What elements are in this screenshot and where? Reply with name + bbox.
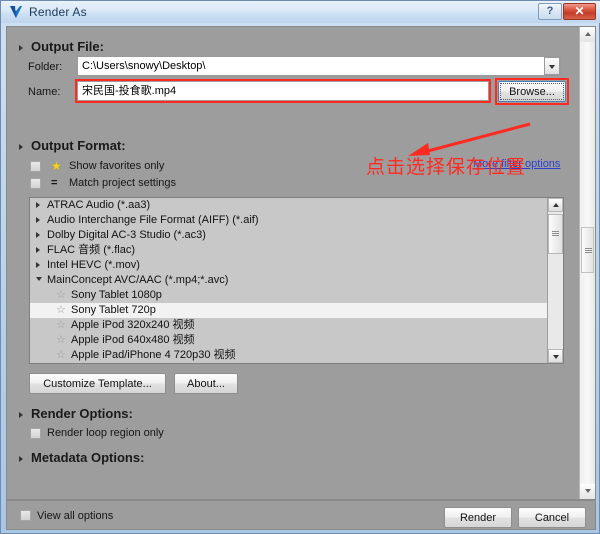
chevron-down-icon[interactable]: [36, 277, 42, 281]
format-list-item-label: Apple iPod 640x480 视频: [71, 334, 195, 346]
annotation-text: 点击选择保存位置: [366, 156, 527, 178]
close-button[interactable]: ✕: [563, 3, 596, 20]
list-scroll-up-button[interactable]: [548, 198, 563, 212]
format-list-item[interactable]: ☆ Sony Tablet 720p: [30, 303, 548, 318]
favorite-star-icon: ★: [51, 159, 62, 173]
format-list-item[interactable]: ☆ Apple iPod 640x480 视频: [30, 333, 548, 348]
name-label: Name:: [28, 86, 61, 98]
render-options-section-title: Render Options:: [31, 406, 133, 421]
format-list-item[interactable]: FLAC 音频 (*.flac): [30, 243, 548, 258]
render-loop-region-label: Render loop region only: [47, 427, 164, 439]
customize-template-button[interactable]: Customize Template...: [29, 373, 166, 394]
format-list-item[interactable]: ATRAC Audio (*.aa3): [30, 198, 548, 213]
favorite-star-outline-icon[interactable]: ☆: [56, 289, 66, 302]
format-list-item-label: Apple iPad/iPhone 4 720p30 视频: [71, 349, 236, 361]
chevron-right-icon[interactable]: [36, 217, 40, 223]
dialog-scroll-thumb[interactable]: [581, 227, 594, 273]
about-label: About...: [187, 378, 225, 390]
show-favorites-label: Show favorites only: [69, 160, 165, 172]
title-bar: Render As ? ✕: [1, 1, 600, 23]
favorite-star-outline-icon[interactable]: ☆: [56, 349, 66, 362]
format-list-item-label: Apple iPod 320x240 视频: [71, 319, 195, 331]
help-button[interactable]: ?: [538, 3, 562, 20]
format-list-item[interactable]: ☆ Sony Tablet 1080p: [30, 288, 548, 303]
output-format-list[interactable]: ATRAC Audio (*.aa3) Audio Interchange Fil…: [29, 197, 564, 364]
metadata-options-section-title: Metadata Options:: [31, 450, 145, 465]
name-field-highlight-box: [75, 79, 491, 103]
metadata-options-expander-icon[interactable]: [19, 455, 28, 464]
dialog-scroll-up-button[interactable]: [580, 27, 595, 42]
render-button-label: Render: [459, 512, 497, 524]
format-list-item[interactable]: MainConcept AVC/AAC (*.mp4;*.avc): [30, 273, 548, 288]
format-list-item[interactable]: Audio Interchange File Format (AIFF) (*.…: [30, 213, 548, 228]
window-title: Render As: [29, 5, 87, 19]
customize-template-label: Customize Template...: [43, 378, 152, 390]
format-list-item[interactable]: ☆ Apple iPod 320x240 视频: [30, 318, 548, 333]
format-list-item[interactable]: Intel HEVC (*.mov): [30, 258, 548, 273]
chevron-right-icon[interactable]: [36, 262, 40, 268]
output-format-expander-icon[interactable]: [19, 143, 28, 152]
dialog-scrollbar[interactable]: [579, 27, 595, 499]
cancel-button-label: Cancel: [534, 512, 570, 524]
equals-glyph-icon: =: [51, 177, 58, 189]
dialog-scroll-down-button[interactable]: [580, 484, 595, 499]
output-file-expander-icon[interactable]: [19, 44, 28, 53]
render-loop-region-checkbox[interactable]: [30, 428, 41, 439]
view-all-options-checkbox[interactable]: [20, 510, 31, 521]
dialog-content: Output File: Folder: C:\Users\snowy\Desk…: [7, 27, 580, 499]
render-as-dialog: Render As ? ✕ Output File: Folder: C:\Us…: [0, 0, 600, 534]
favorite-star-outline-icon[interactable]: ☆: [56, 334, 66, 347]
vegas-logo-icon: [9, 5, 23, 19]
format-list-item-label: Audio Interchange File Format (AIFF) (*.…: [47, 214, 259, 226]
format-list-item[interactable]: ☆ Apple iPad/iPhone 4 720p30 视频: [30, 348, 548, 363]
view-all-options-label: View all options: [37, 510, 114, 522]
browse-button-highlight-box: [495, 78, 569, 105]
about-button[interactable]: About...: [174, 373, 238, 394]
folder-field[interactable]: C:\Users\snowy\Desktop\: [77, 56, 561, 76]
format-list-item-label: MainConcept AVC/AAC (*.mp4;*.avc): [47, 274, 229, 286]
folder-dropdown-button[interactable]: [544, 57, 560, 75]
dialog-body: Output File: Folder: C:\Users\snowy\Desk…: [6, 26, 596, 500]
format-list-item[interactable]: Dolby Digital AC-3 Studio (*.ac3): [30, 228, 548, 243]
list-scroll-thumb[interactable]: [548, 214, 563, 254]
render-options-expander-icon[interactable]: [19, 411, 28, 420]
folder-label: Folder:: [28, 61, 63, 73]
list-scroll-down-button[interactable]: [548, 349, 563, 363]
list-scrollbar[interactable]: [547, 198, 563, 363]
chevron-right-icon[interactable]: [36, 247, 40, 253]
output-file-section-title: Output File:: [31, 39, 104, 54]
render-button[interactable]: Render: [444, 507, 512, 528]
format-list-item-label: FLAC 音频 (*.flac): [47, 244, 136, 256]
format-list-item-label: Intel HEVC (*.mov): [47, 259, 140, 271]
format-list-item-label: Sony Tablet 720p: [71, 304, 156, 316]
dialog-footer: View all options Render Cancel: [6, 500, 596, 530]
favorite-star-outline-icon[interactable]: ☆: [56, 319, 66, 332]
show-favorites-checkbox[interactable]: [30, 161, 41, 172]
format-list-item-label: Dolby Digital AC-3 Studio (*.ac3): [47, 229, 206, 241]
match-project-settings-label: Match project settings: [69, 177, 176, 189]
format-list-item-label: ATRAC Audio (*.aa3): [47, 199, 151, 211]
chevron-right-icon[interactable]: [36, 232, 40, 238]
match-project-settings-checkbox[interactable]: [30, 178, 41, 189]
chevron-right-icon[interactable]: [36, 202, 40, 208]
output-format-section-title: Output Format:: [31, 138, 126, 153]
output-format-list-rows: ATRAC Audio (*.aa3) Audio Interchange Fil…: [30, 198, 548, 363]
favorite-star-outline-icon[interactable]: ☆: [56, 304, 66, 317]
format-list-item-label: Sony Tablet 1080p: [71, 289, 162, 301]
cancel-button[interactable]: Cancel: [518, 507, 586, 528]
